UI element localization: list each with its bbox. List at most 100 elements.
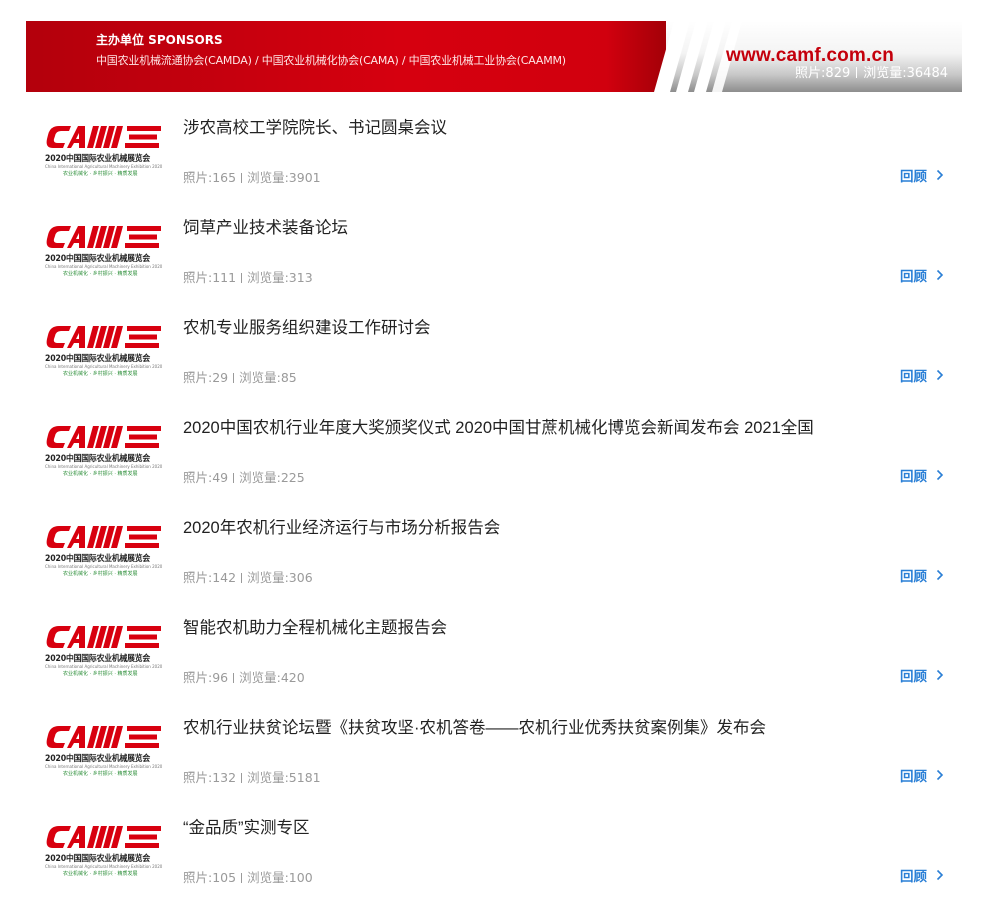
camf-logo-icon <box>46 526 161 548</box>
camf-logo-icon <box>46 226 161 248</box>
chevron-right-icon <box>936 369 944 381</box>
review-button[interactable]: 回顾 <box>900 665 944 685</box>
logo-slogan-text: 农业机械化 · 乡村振兴 · 精质发展 <box>63 771 138 777</box>
event-meta: 照片:132 浏览量:5181 <box>183 767 321 786</box>
camf-logo-icon <box>46 626 161 648</box>
view-count: 浏览量:313 <box>247 270 313 285</box>
event-meta: 照片:49 浏览量:225 <box>183 467 305 486</box>
camf-logo: 2020中国国际农业机械展览会 China International Agri… <box>45 624 163 677</box>
event-meta: 照片:142 浏览量:306 <box>183 567 313 586</box>
event-meta: 照片:96 浏览量:420 <box>183 667 305 686</box>
event-title[interactable]: 2020中国农机行业年度大奖颁奖仪式 2020中国甘蔗机械化博览会新闻发布会 2… <box>183 414 814 438</box>
logo-slogan-text: 农业机械化 · 乡村振兴 · 精质发展 <box>63 371 138 377</box>
sponsor-title: 主办单位 SPONSORS <box>96 33 223 47</box>
camf-logo-mark <box>45 424 163 450</box>
camf-logo-mark <box>45 724 163 750</box>
logo-english-text: China International Agricultural Machine… <box>45 564 163 569</box>
camf-logo: 2020中国国际农业机械展览会 China International Agri… <box>45 424 163 477</box>
sponsor-banner: 主办单位 SPONSORS 中国农业机械流通协会(CAMDA) / 中国农业机械… <box>26 21 962 92</box>
view-count: 浏览量:100 <box>247 870 313 885</box>
photo-count: 照片:29 <box>183 370 229 385</box>
camf-logo-icon <box>46 426 161 448</box>
event-meta: 照片:105 浏览量:100 <box>183 867 313 886</box>
meta-divider <box>241 873 243 883</box>
event-list-item: 2020中国国际农业机械展览会 China International Agri… <box>0 500 993 600</box>
logo-year-text: 2020中国国际农业机械展览会 <box>45 654 151 664</box>
logo-english-text: China International Agricultural Machine… <box>45 664 163 669</box>
camf-logo: 2020中国国际农业机械展览会 China International Agri… <box>45 124 163 177</box>
chevron-right-icon <box>936 569 944 581</box>
logo-slogan-text: 农业机械化 · 乡村振兴 · 精质发展 <box>63 871 138 877</box>
logo-english-text: China International Agricultural Machine… <box>45 164 163 169</box>
event-title[interactable]: 涉农高校工学院院长、书记圆桌会议 <box>183 114 447 138</box>
review-button[interactable]: 回顾 <box>900 165 944 185</box>
review-label: 回顾 <box>900 269 927 285</box>
photo-count: 照片:132 <box>183 770 237 785</box>
chevron-right-icon <box>936 669 944 681</box>
meta-divider <box>241 773 243 783</box>
camf-logo: 2020中国国际农业机械展览会 China International Agri… <box>45 724 163 777</box>
total-photos: 照片:829 <box>795 66 851 81</box>
event-list-item: 2020中国国际农业机械展览会 China International Agri… <box>0 600 993 700</box>
view-count: 浏览量:306 <box>247 570 313 585</box>
logo-slogan-text: 农业机械化 · 乡村振兴 · 精质发展 <box>63 671 138 677</box>
review-label: 回顾 <box>900 869 927 885</box>
event-list: 2020中国国际农业机械展览会 China International Agri… <box>0 100 993 900</box>
event-title[interactable]: 智能农机助力全程机械化主题报告会 <box>183 614 447 638</box>
photo-count: 照片:142 <box>183 570 237 585</box>
review-label: 回顾 <box>900 569 927 585</box>
review-button[interactable]: 回顾 <box>900 265 944 285</box>
total-views: 浏览量:36484 <box>863 66 948 81</box>
logo-year-text: 2020中国国际农业机械展览会 <box>45 154 151 164</box>
photo-count: 照片:111 <box>183 270 237 285</box>
chevron-right-icon <box>936 469 944 481</box>
logo-year-text: 2020中国国际农业机械展览会 <box>45 454 151 464</box>
camf-logo-icon <box>46 326 161 348</box>
camf-logo: 2020中国国际农业机械展览会 China International Agri… <box>45 324 163 377</box>
event-list-item: 2020中国国际农业机械展览会 China International Agri… <box>0 700 993 800</box>
review-button[interactable]: 回顾 <box>900 865 944 885</box>
review-button[interactable]: 回顾 <box>900 365 944 385</box>
event-title[interactable]: “金品质”实测专区 <box>183 814 310 838</box>
review-label: 回顾 <box>900 669 927 685</box>
event-title[interactable]: 农机行业扶贫论坛暨《扶贫攻坚·农机答卷——农机行业优秀扶贫案例集》发布会 <box>183 714 766 738</box>
event-list-item: 2020中国国际农业机械展览会 China International Agri… <box>0 800 993 900</box>
view-count: 浏览量:85 <box>239 370 297 385</box>
event-meta: 照片:29 浏览量:85 <box>183 367 297 386</box>
event-meta: 照片:165 浏览量:3901 <box>183 167 321 186</box>
review-label: 回顾 <box>900 369 927 385</box>
meta-divider <box>233 373 235 383</box>
review-button[interactable]: 回顾 <box>900 565 944 585</box>
review-label: 回顾 <box>900 169 927 185</box>
logo-english-text: China International Agricultural Machine… <box>45 464 163 469</box>
logo-year-text: 2020中国国际农业机械展览会 <box>45 854 151 864</box>
logo-year-text: 2020中国国际农业机械展览会 <box>45 354 151 364</box>
event-title[interactable]: 农机专业服务组织建设工作研讨会 <box>183 314 431 338</box>
camf-logo-icon <box>46 126 161 148</box>
sponsor-organizations: 中国农业机械流通协会(CAMDA) / 中国农业机械化协会(CAMA) / 中国… <box>96 54 566 67</box>
view-count: 浏览量:420 <box>239 670 305 685</box>
logo-slogan-text: 农业机械化 · 乡村振兴 · 精质发展 <box>63 471 138 477</box>
logo-english-text: China International Agricultural Machine… <box>45 264 163 269</box>
logo-year-text: 2020中国国际农业机械展览会 <box>45 754 151 764</box>
camf-logo-mark <box>45 324 163 350</box>
event-list-item: 2020中国国际农业机械展览会 China International Agri… <box>0 300 993 400</box>
photo-count: 照片:96 <box>183 670 229 685</box>
camf-logo: 2020中国国际农业机械展览会 China International Agri… <box>45 224 163 277</box>
chevron-right-icon <box>936 269 944 281</box>
review-button[interactable]: 回顾 <box>900 765 944 785</box>
event-title[interactable]: 饲草产业技术装备论坛 <box>183 214 348 238</box>
event-title[interactable]: 2020年农机行业经济运行与市场分析报告会 <box>183 514 500 538</box>
photo-count: 照片:49 <box>183 470 229 485</box>
view-count: 浏览量:225 <box>239 470 305 485</box>
event-meta: 照片:111 浏览量:313 <box>183 267 313 286</box>
review-button[interactable]: 回顾 <box>900 465 944 485</box>
photo-count: 照片:165 <box>183 170 237 185</box>
logo-english-text: China International Agricultural Machine… <box>45 364 163 369</box>
camf-logo-mark <box>45 524 163 550</box>
logo-english-text: China International Agricultural Machine… <box>45 764 163 769</box>
logo-slogan-text: 农业机械化 · 乡村振兴 · 精质发展 <box>63 171 138 177</box>
chevron-right-icon <box>936 169 944 181</box>
event-list-item: 2020中国国际农业机械展览会 China International Agri… <box>0 100 993 200</box>
camf-logo-mark <box>45 824 163 850</box>
